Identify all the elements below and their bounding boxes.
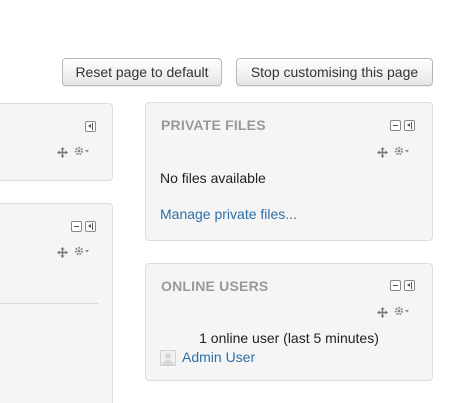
gear-icon[interactable]	[74, 246, 90, 256]
gear-icon[interactable]	[394, 146, 410, 156]
private-files-block: PRIVATE FILES No files available Manage …	[145, 102, 433, 241]
move-icon[interactable]	[377, 147, 388, 158]
left-block-2	[0, 203, 113, 403]
block-title: PRIVATE FILES	[161, 117, 266, 133]
stop-customising-button[interactable]: Stop customising this page	[236, 58, 433, 86]
move-icon[interactable]	[57, 247, 68, 258]
dock-icon[interactable]	[85, 221, 96, 232]
left-block-1	[0, 103, 113, 181]
reset-page-button[interactable]: Reset page to default	[62, 58, 222, 86]
divider	[0, 303, 98, 304]
block-title: ONLINE USERS	[161, 278, 269, 294]
avatar	[160, 350, 176, 366]
no-files-text: No files available	[160, 170, 266, 186]
gear-icon[interactable]	[394, 306, 410, 316]
manage-private-files-link[interactable]: Manage private files...	[160, 206, 297, 222]
move-icon[interactable]	[57, 147, 68, 158]
minus-square-icon[interactable]	[390, 280, 401, 291]
move-icon[interactable]	[377, 307, 388, 318]
dock-icon[interactable]	[85, 121, 96, 132]
dock-icon[interactable]	[404, 280, 415, 291]
online-user-link[interactable]: Admin User	[182, 349, 255, 365]
online-users-block: ONLINE USERS 1 online user (last 5 minut…	[145, 263, 433, 381]
minus-square-icon[interactable]	[390, 120, 401, 131]
minus-square-icon[interactable]	[71, 221, 82, 232]
online-users-summary: 1 online user (last 5 minutes)	[199, 330, 379, 346]
dock-icon[interactable]	[404, 120, 415, 131]
gear-icon[interactable]	[74, 146, 90, 156]
